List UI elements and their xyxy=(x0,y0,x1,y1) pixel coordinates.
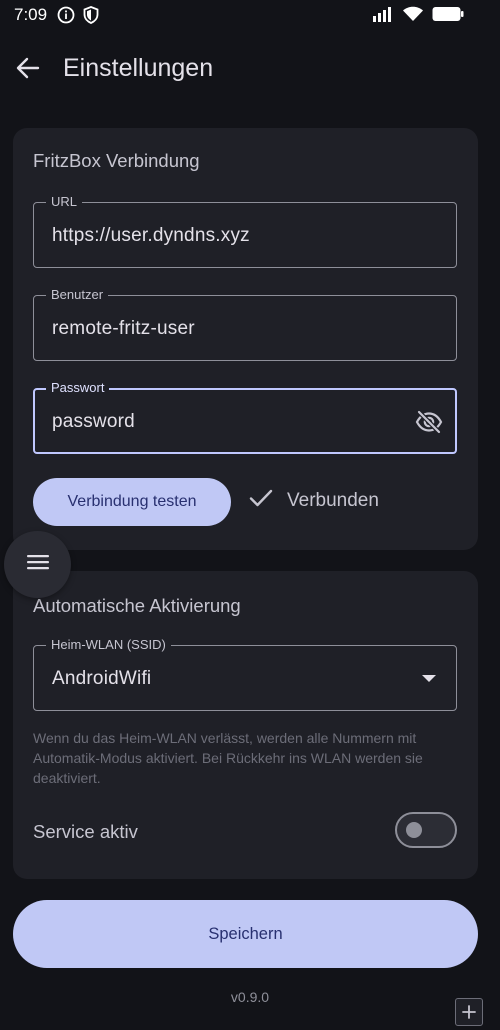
save-button-label: Speichern xyxy=(208,924,283,943)
menu-icon xyxy=(26,553,50,576)
auto-activation-card: Automatische Aktivierung Heim-WLAN (SSID… xyxy=(13,571,478,879)
shield-icon xyxy=(83,6,99,29)
password-field-value: password xyxy=(52,411,135,432)
service-active-toggle[interactable] xyxy=(395,812,457,848)
password-field[interactable]: Passwort password xyxy=(33,380,457,454)
user-field[interactable]: Benutzer remote-fritz-user xyxy=(33,287,457,361)
info-icon xyxy=(57,6,75,29)
user-field-label: Benutzer xyxy=(46,287,109,303)
connection-card: FritzBox Verbindung URL https://user.dyn… xyxy=(13,128,478,550)
ssid-field-value: AndroidWifi xyxy=(52,668,152,689)
auto-activation-card-title: Automatische Aktivierung xyxy=(33,595,241,616)
connection-card-title: FritzBox Verbindung xyxy=(33,150,200,171)
test-connection-button[interactable]: Verbindung testen xyxy=(33,478,231,526)
url-field-value: https://user.dyndns.xyz xyxy=(52,225,250,246)
status-bar: 7:09 xyxy=(0,0,500,32)
url-field[interactable]: URL https://user.dyndns.xyz xyxy=(33,194,457,268)
check-icon xyxy=(249,488,273,513)
menu-fab[interactable] xyxy=(4,531,71,598)
signal-icon xyxy=(372,6,394,27)
service-active-label: Service aktiv xyxy=(33,821,138,842)
connection-status: Verbunden xyxy=(249,488,379,513)
ssid-dropdown[interactable]: Heim-WLAN (SSID) AndroidWifi xyxy=(33,637,457,711)
app-bar: Einstellungen xyxy=(0,40,500,100)
page-title: Einstellungen xyxy=(63,54,214,82)
save-button[interactable]: Speichern xyxy=(13,900,478,968)
connection-status-label: Verbunden xyxy=(287,489,379,511)
url-field-label: URL xyxy=(46,194,83,210)
dropdown-arrow-icon[interactable] xyxy=(422,675,436,682)
battery-icon xyxy=(432,6,464,27)
plus-icon xyxy=(456,1005,482,1029)
toggle-knob xyxy=(406,822,422,838)
version-label: v0.9.0 xyxy=(230,989,270,1005)
ssid-help-text: Wenn du das Heim-WLAN verlässt, werden a… xyxy=(33,730,423,786)
test-connection-button-label: Verbindung testen xyxy=(67,493,197,510)
status-time: 7:09 xyxy=(14,5,48,24)
user-field-value: remote-fritz-user xyxy=(52,318,195,339)
visibility-off-icon[interactable] xyxy=(415,409,443,435)
wifi-icon xyxy=(402,6,424,27)
arrow-back-icon[interactable] xyxy=(14,54,42,82)
add-button[interactable] xyxy=(455,998,483,1026)
ssid-field-label: Heim-WLAN (SSID) xyxy=(46,637,171,653)
password-field-label: Passwort xyxy=(46,380,110,396)
